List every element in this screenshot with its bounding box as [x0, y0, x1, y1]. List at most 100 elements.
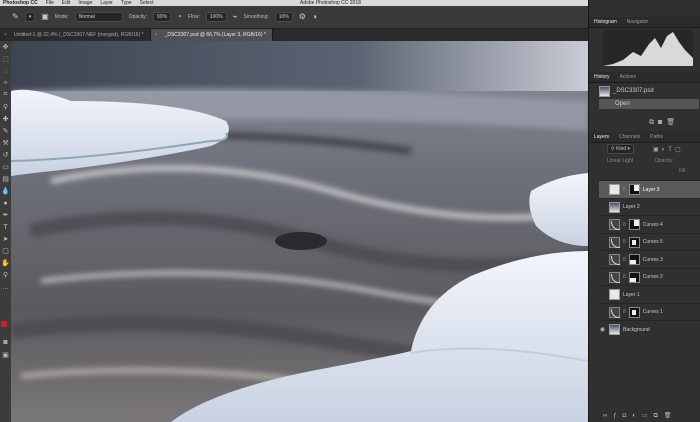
tab-channels[interactable]: Channels [614, 134, 645, 140]
crop-tool-icon[interactable]: ⌗ [0, 89, 11, 101]
layer-mask-thumbnail[interactable] [628, 271, 640, 283]
visibility-eye-icon[interactable]: ◉ [599, 326, 606, 333]
layer-row[interactable]: 8 Curves 1 [599, 302, 700, 321]
layer-filter-kind[interactable]: ⚲ Kind ▾ [607, 144, 647, 154]
layer-row[interactable]: 8 Curves 2 [599, 267, 700, 286]
add-mask-icon[interactable]: ◘ [623, 413, 633, 419]
layer-row[interactable]: 8 Curves 5 [599, 232, 700, 251]
mask-link-icon[interactable]: 8 [623, 257, 626, 263]
layer-row[interactable]: ◉ Background [599, 320, 700, 338]
layer-mask-thumbnail[interactable] [628, 219, 640, 230]
layer-thumbnail[interactable] [609, 184, 620, 195]
new-layer-icon[interactable]: ⧉ [654, 413, 664, 419]
filter-type-icon[interactable]: T [668, 147, 675, 153]
pressure-opacity-icon[interactable]: ◔ [177, 13, 182, 21]
filter-shape-icon[interactable]: ▢ [675, 147, 684, 153]
layer-thumbnail[interactable] [609, 271, 620, 283]
kind-select[interactable]: ⚲ Kind ▾ [607, 144, 634, 154]
marquee-tool-icon[interactable]: ⬚ [0, 53, 11, 65]
tab-dsc3307[interactable]: × _DSC3307.psd @ 66,7% (Layer 3, RGB/16)… [150, 29, 273, 41]
pressure-size-icon[interactable]: ◑ [312, 13, 317, 21]
layer-row[interactable]: 8 Curves 3 [599, 250, 700, 268]
path-select-tool-icon[interactable]: ➤ [0, 233, 11, 245]
link-layers-icon[interactable]: ∞ [603, 413, 613, 419]
flow-field[interactable]: 100% [205, 12, 227, 22]
eyedropper-tool-icon[interactable]: ⚲ [0, 101, 11, 113]
new-document-from-state-icon[interactable]: ⧉ [649, 119, 658, 126]
snapshot-camera-icon[interactable]: ◙ [658, 119, 666, 126]
gradient-tool-icon[interactable]: ▤ [0, 173, 11, 185]
brush-size-picker[interactable]: ▾ [24, 12, 36, 22]
brush-tool-icon[interactable]: ✎ [12, 13, 19, 21]
shape-tool-icon[interactable]: ▢ [0, 245, 11, 257]
eraser-tool-icon[interactable]: ▭ [0, 161, 11, 173]
layer-mask-thumbnail[interactable] [628, 236, 640, 248]
mode-select[interactable]: Normal [74, 12, 123, 22]
layer-thumbnail[interactable] [609, 201, 620, 213]
tab-histogram[interactable]: Histogram [589, 19, 622, 25]
quick-mask-icon[interactable]: ◙ [0, 336, 11, 348]
pen-tool-icon[interactable]: ✒ [0, 209, 11, 221]
filter-pixel-icon[interactable]: ▣ [653, 147, 662, 153]
layer-thumbnail[interactable] [609, 306, 620, 318]
tab-history[interactable]: History [589, 74, 615, 80]
more-tools-icon[interactable]: … [0, 281, 11, 293]
layer-thumbnail[interactable] [609, 219, 620, 230]
layer-thumbnail[interactable] [609, 254, 620, 265]
layer-opacity-label[interactable]: Opacity: [655, 158, 673, 164]
dodge-tool-icon[interactable]: ● [0, 197, 11, 209]
move-tool-icon[interactable]: ✥ [0, 41, 11, 53]
layer-mask-thumbnail[interactable] [628, 306, 640, 318]
tab-untitled-1[interactable]: × Untitled-1 @ 22,4% (_DSC3307.NEF (merg… [0, 29, 151, 41]
layer-mask-thumbnail[interactable] [628, 254, 640, 265]
layer-thumbnail[interactable] [609, 324, 620, 335]
close-tab-icon[interactable]: × [155, 29, 158, 41]
tab-paths[interactable]: Paths [645, 134, 668, 140]
opacity-field[interactable]: 90% [153, 12, 172, 22]
quick-select-tool-icon[interactable]: ✧ [0, 77, 11, 89]
new-group-icon[interactable]: ▭ [642, 413, 654, 419]
type-tool-icon[interactable]: T [0, 221, 11, 233]
layer-row[interactable]: 8 Curves 4 [599, 215, 700, 233]
history-item-open[interactable]: Open [599, 99, 699, 109]
tab-actions[interactable]: Actions [615, 74, 641, 80]
document-canvas[interactable] [11, 41, 588, 422]
layer-fill-label[interactable]: Fill: [679, 168, 687, 174]
layer-thumbnail[interactable] [609, 236, 620, 248]
blur-tool-icon[interactable]: 💧 [0, 185, 11, 197]
history-snapshot-row[interactable]: _DSC3307.psd [599, 85, 699, 97]
mask-link-icon[interactable]: 8 [623, 274, 626, 280]
mask-link-icon[interactable]: 8 [623, 222, 626, 228]
smoothing-options-gear-icon[interactable]: ⚙ [299, 13, 306, 21]
history-item-label: Open [615, 101, 630, 107]
zoom-tool-icon[interactable]: ⚲ [0, 269, 11, 281]
brush-settings-icon[interactable]: ▣ [41, 13, 49, 21]
layer-row[interactable]: 8 Layer 3 [599, 180, 700, 198]
foreground-color-swatch[interactable] [1, 321, 7, 327]
delete-state-icon[interactable]: 🗑 [666, 119, 679, 126]
mask-link-icon[interactable]: 8 [623, 187, 626, 193]
clone-stamp-tool-icon[interactable]: ⚒ [0, 137, 11, 149]
adjustment-layer-icon[interactable]: ◐ [632, 413, 642, 419]
histogram-graph [603, 30, 693, 66]
brush-tool-icon[interactable]: ✎ [0, 125, 11, 137]
lasso-tool-icon[interactable]: ◌ [0, 65, 11, 77]
history-brush-tool-icon[interactable]: ↺ [0, 149, 11, 161]
fx-icon[interactable]: ƒ [613, 413, 622, 419]
mask-link-icon[interactable]: 8 [623, 239, 626, 245]
healing-tool-icon[interactable]: ✚ [0, 113, 11, 125]
layer-row[interactable]: Layer 2 [599, 197, 700, 216]
delete-layer-icon[interactable]: 🗑 [664, 413, 678, 419]
hand-tool-icon[interactable]: ✋ [0, 257, 11, 269]
smoothing-field[interactable]: 10% [274, 12, 293, 22]
layer-thumbnail[interactable] [609, 289, 620, 300]
mask-link-icon[interactable]: 8 [623, 309, 626, 315]
tab-layers[interactable]: Layers [589, 134, 614, 140]
layer-row[interactable]: Layer 1 [599, 285, 700, 303]
screen-mode-icon[interactable]: ▣ [0, 349, 11, 361]
airbrush-icon[interactable]: ⌁ [233, 13, 238, 21]
close-tab-icon[interactable]: × [4, 29, 7, 41]
tab-navigator[interactable]: Navigator [622, 19, 653, 25]
layer-mask-thumbnail[interactable] [628, 184, 640, 195]
blend-mode-select[interactable]: Linear Light [607, 158, 649, 164]
